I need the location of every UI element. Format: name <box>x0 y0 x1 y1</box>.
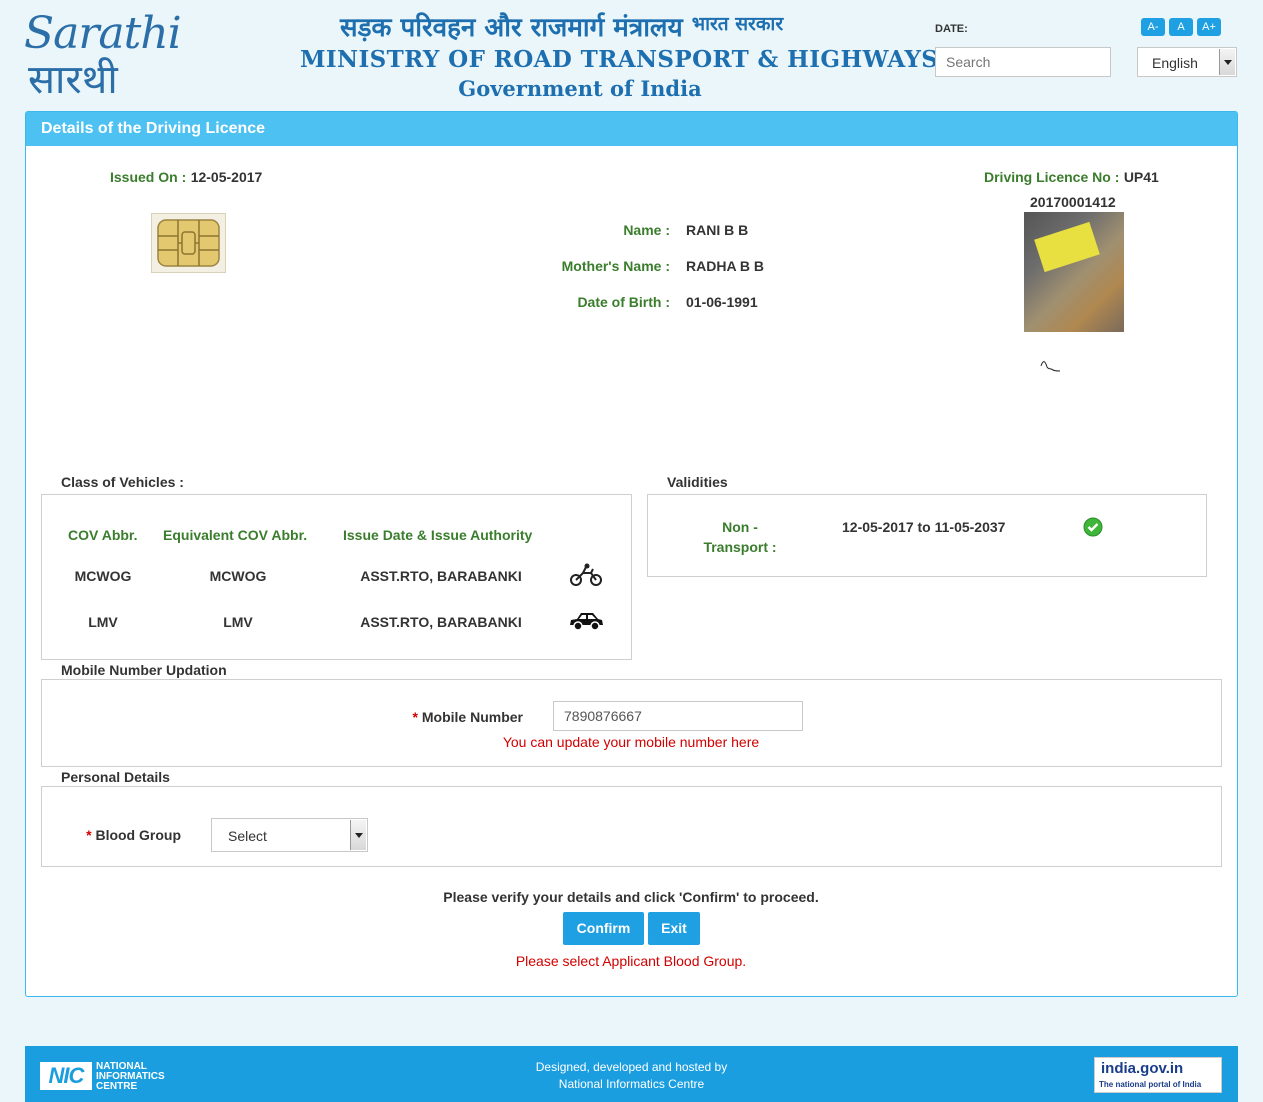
car-icon <box>568 609 604 638</box>
confirm-button[interactable]: Confirm <box>563 912 644 945</box>
issued-on: Issued On : 12-05-2017 <box>110 169 262 187</box>
row2-authority: ASST.RTO, BARABANKI <box>360 614 522 630</box>
row1-authority: ASST.RTO, BARABANKI <box>360 568 522 584</box>
footer-credit: Designed, developed and hosted by Nation… <box>430 1059 833 1093</box>
col-issue-authority: Issue Date & Issue Authority <box>343 527 533 543</box>
name-value: RANI B B <box>686 222 749 238</box>
name-label: Name : <box>623 222 670 238</box>
blood-group-select[interactable]: Select <box>211 818 368 852</box>
blood-group-label: * Blood Group <box>60 827 181 843</box>
dob-label: Date of Birth : <box>577 294 670 310</box>
mobile-number-label-text: Mobile Number <box>421 709 523 725</box>
language-select[interactable]: English <box>1137 47 1237 77</box>
dob-value: 01-06-1991 <box>686 294 758 310</box>
date-label: DATE: <box>935 23 968 35</box>
verify-prompt: Please verify your details and click 'Co… <box>443 889 819 905</box>
search-input[interactable] <box>935 47 1111 77</box>
nic-logo-mark: NIC <box>40 1062 92 1090</box>
exit-button[interactable]: Exit <box>648 912 700 945</box>
footer-line-2: National Informatics Centre <box>558 1077 705 1091</box>
bharat-sarkar-text: भारत सरकार <box>691 13 784 35</box>
nic-logo-text: NATIONAL INFORMATICS CENTRE <box>96 1062 165 1092</box>
sarathi-logo[interactable]: Sarathi सारथी <box>22 8 182 103</box>
font-increase-button[interactable]: A+ <box>1197 18 1221 36</box>
check-circle-icon <box>1083 517 1103 542</box>
mother-name-value: RADHA B B <box>686 258 765 274</box>
language-selected: English <box>1152 55 1198 71</box>
required-star: * <box>412 709 418 725</box>
government-of-india: Government of India <box>458 76 702 101</box>
ministry-title-english: MINISTRY OF ROAD TRANSPORT & HIGHWAYS <box>300 46 939 73</box>
driving-licence-number: Driving Licence No : UP41 <box>984 169 1159 187</box>
mobile-number-label: * Mobile Number <box>380 709 523 725</box>
blood-group-error: Please select Applicant Blood Group. <box>515 953 747 969</box>
ministry-title-hindi: सड़क परिवहन और राजमार्ग मंत्रालय भारत सर… <box>340 8 783 44</box>
blood-group-selected: Select <box>228 828 267 844</box>
india-gov-tagline: The national portal of India <box>1099 1080 1202 1089</box>
col-equivalent-cov: Equivalent COV Abbr. <box>163 527 308 543</box>
applicant-signature <box>1040 358 1064 379</box>
font-normal-button[interactable]: A <box>1169 18 1193 36</box>
validities-legend: Validities <box>661 474 734 490</box>
issued-on-label: Issued On : <box>110 169 187 185</box>
chevron-down-icon <box>1219 49 1235 75</box>
row1-cov: MCWOG <box>74 568 132 584</box>
blood-group-label-text: Blood Group <box>95 827 181 843</box>
required-star: * <box>86 827 92 843</box>
chip-icon <box>151 213 226 273</box>
row2-equiv: LMV <box>223 614 253 630</box>
dl-number-label: Driving Licence No : <box>984 169 1120 185</box>
applicant-photo <box>1024 212 1124 332</box>
mobile-updation-legend: Mobile Number Updation <box>55 662 233 678</box>
personal-details-legend: Personal Details <box>55 769 176 785</box>
india-gov-text: india.gov.in <box>1101 1060 1184 1077</box>
mobile-hint: You can update your mobile number here <box>502 734 760 750</box>
ministry-hindi-text: सड़क परिवहन और राजमार्ग मंत्रालय <box>340 13 683 43</box>
mobile-number-input[interactable] <box>553 701 803 731</box>
validity-range: 12-05-2017 to 11-05-2037 <box>842 519 1006 535</box>
validities-box <box>647 494 1207 577</box>
nic-text-3: CENTRE <box>96 1081 138 1092</box>
class-of-vehicles-legend: Class of Vehicles : <box>55 474 190 490</box>
non-transport-label-1: Non - <box>722 519 758 535</box>
row1-equiv: MCWOG <box>209 568 267 584</box>
footer-line-1: Designed, developed and hosted by <box>535 1060 728 1074</box>
logo-text-hi: सारथी <box>28 57 118 103</box>
motorcycle-icon <box>569 563 603 592</box>
mother-name-label: Mother's Name : <box>561 258 670 274</box>
col-cov-abbr: COV Abbr. <box>68 527 138 543</box>
non-transport-label-2: Transport : <box>703 539 777 555</box>
font-decrease-button[interactable]: A- <box>1141 18 1165 36</box>
india-gov-logo[interactable]: india.gov.in The national portal of Indi… <box>1094 1057 1222 1093</box>
issued-on-value: 12-05-2017 <box>190 169 263 185</box>
panel-title: Details of the Driving Licence <box>26 112 1237 146</box>
row2-cov: LMV <box>88 614 118 630</box>
chevron-down-icon <box>350 820 366 850</box>
dl-number-rest: 20170001412 <box>1030 194 1116 210</box>
dl-number-prefix: UP41 <box>1123 169 1159 185</box>
